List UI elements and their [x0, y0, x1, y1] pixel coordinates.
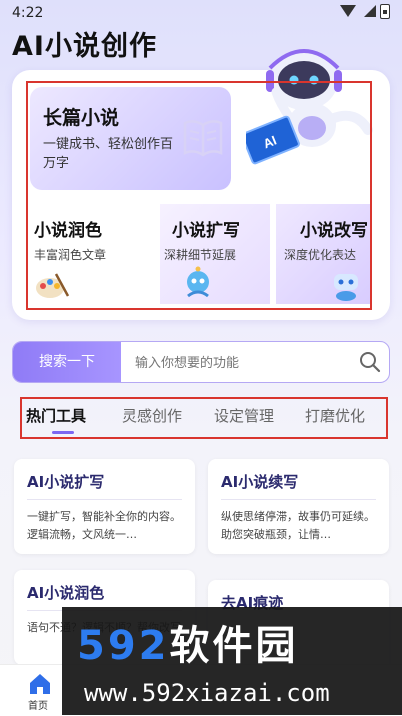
tabs-highlight-box: [20, 397, 388, 439]
watermark-logo: 592软件园 www.592xiazai.com: [62, 607, 402, 715]
watermark-url: www.592xiazai.com: [84, 679, 330, 707]
card-description: 一键扩写，智能补全你的内容。逻辑流畅，文风统一…: [27, 510, 181, 541]
search-icon[interactable]: [359, 351, 381, 373]
tool-card[interactable]: AI小说续写 纵使思绪停滞，故事仍可延续。助您突破瓶颈，让情…: [208, 459, 389, 554]
status-bar: 4:22: [0, 0, 402, 26]
battery-icon: [380, 4, 390, 19]
search-button[interactable]: 搜索一下: [13, 342, 121, 382]
app-title: AI小说创作: [12, 31, 157, 62]
card-title: AI小说扩写: [27, 473, 105, 491]
nav-home-label[interactable]: 首页: [28, 697, 48, 712]
watermark-brand-text: 软件园: [169, 623, 299, 669]
card-divider: [27, 499, 182, 500]
wifi-icon: [340, 5, 356, 17]
card-description: 纵使思绪停滞，故事仍可延续。助您突破瓶颈，让情…: [221, 510, 375, 541]
search-input[interactable]: [133, 350, 347, 376]
card-title: AI小说润色: [27, 584, 105, 602]
status-time: 4:22: [12, 5, 44, 21]
hero-highlight-box: [26, 81, 372, 310]
search-bar: 搜索一下: [12, 341, 390, 383]
card-divider: [221, 499, 376, 500]
watermark-number: 592: [77, 623, 170, 669]
card-title: AI小说续写: [221, 473, 299, 491]
signal-icon: [364, 5, 376, 17]
home-icon[interactable]: [28, 673, 52, 695]
tool-card[interactable]: AI小说扩写 一键扩写，智能补全你的内容。逻辑流畅，文风统一…: [14, 459, 195, 554]
watermark-brand: 592软件园: [77, 613, 299, 671]
